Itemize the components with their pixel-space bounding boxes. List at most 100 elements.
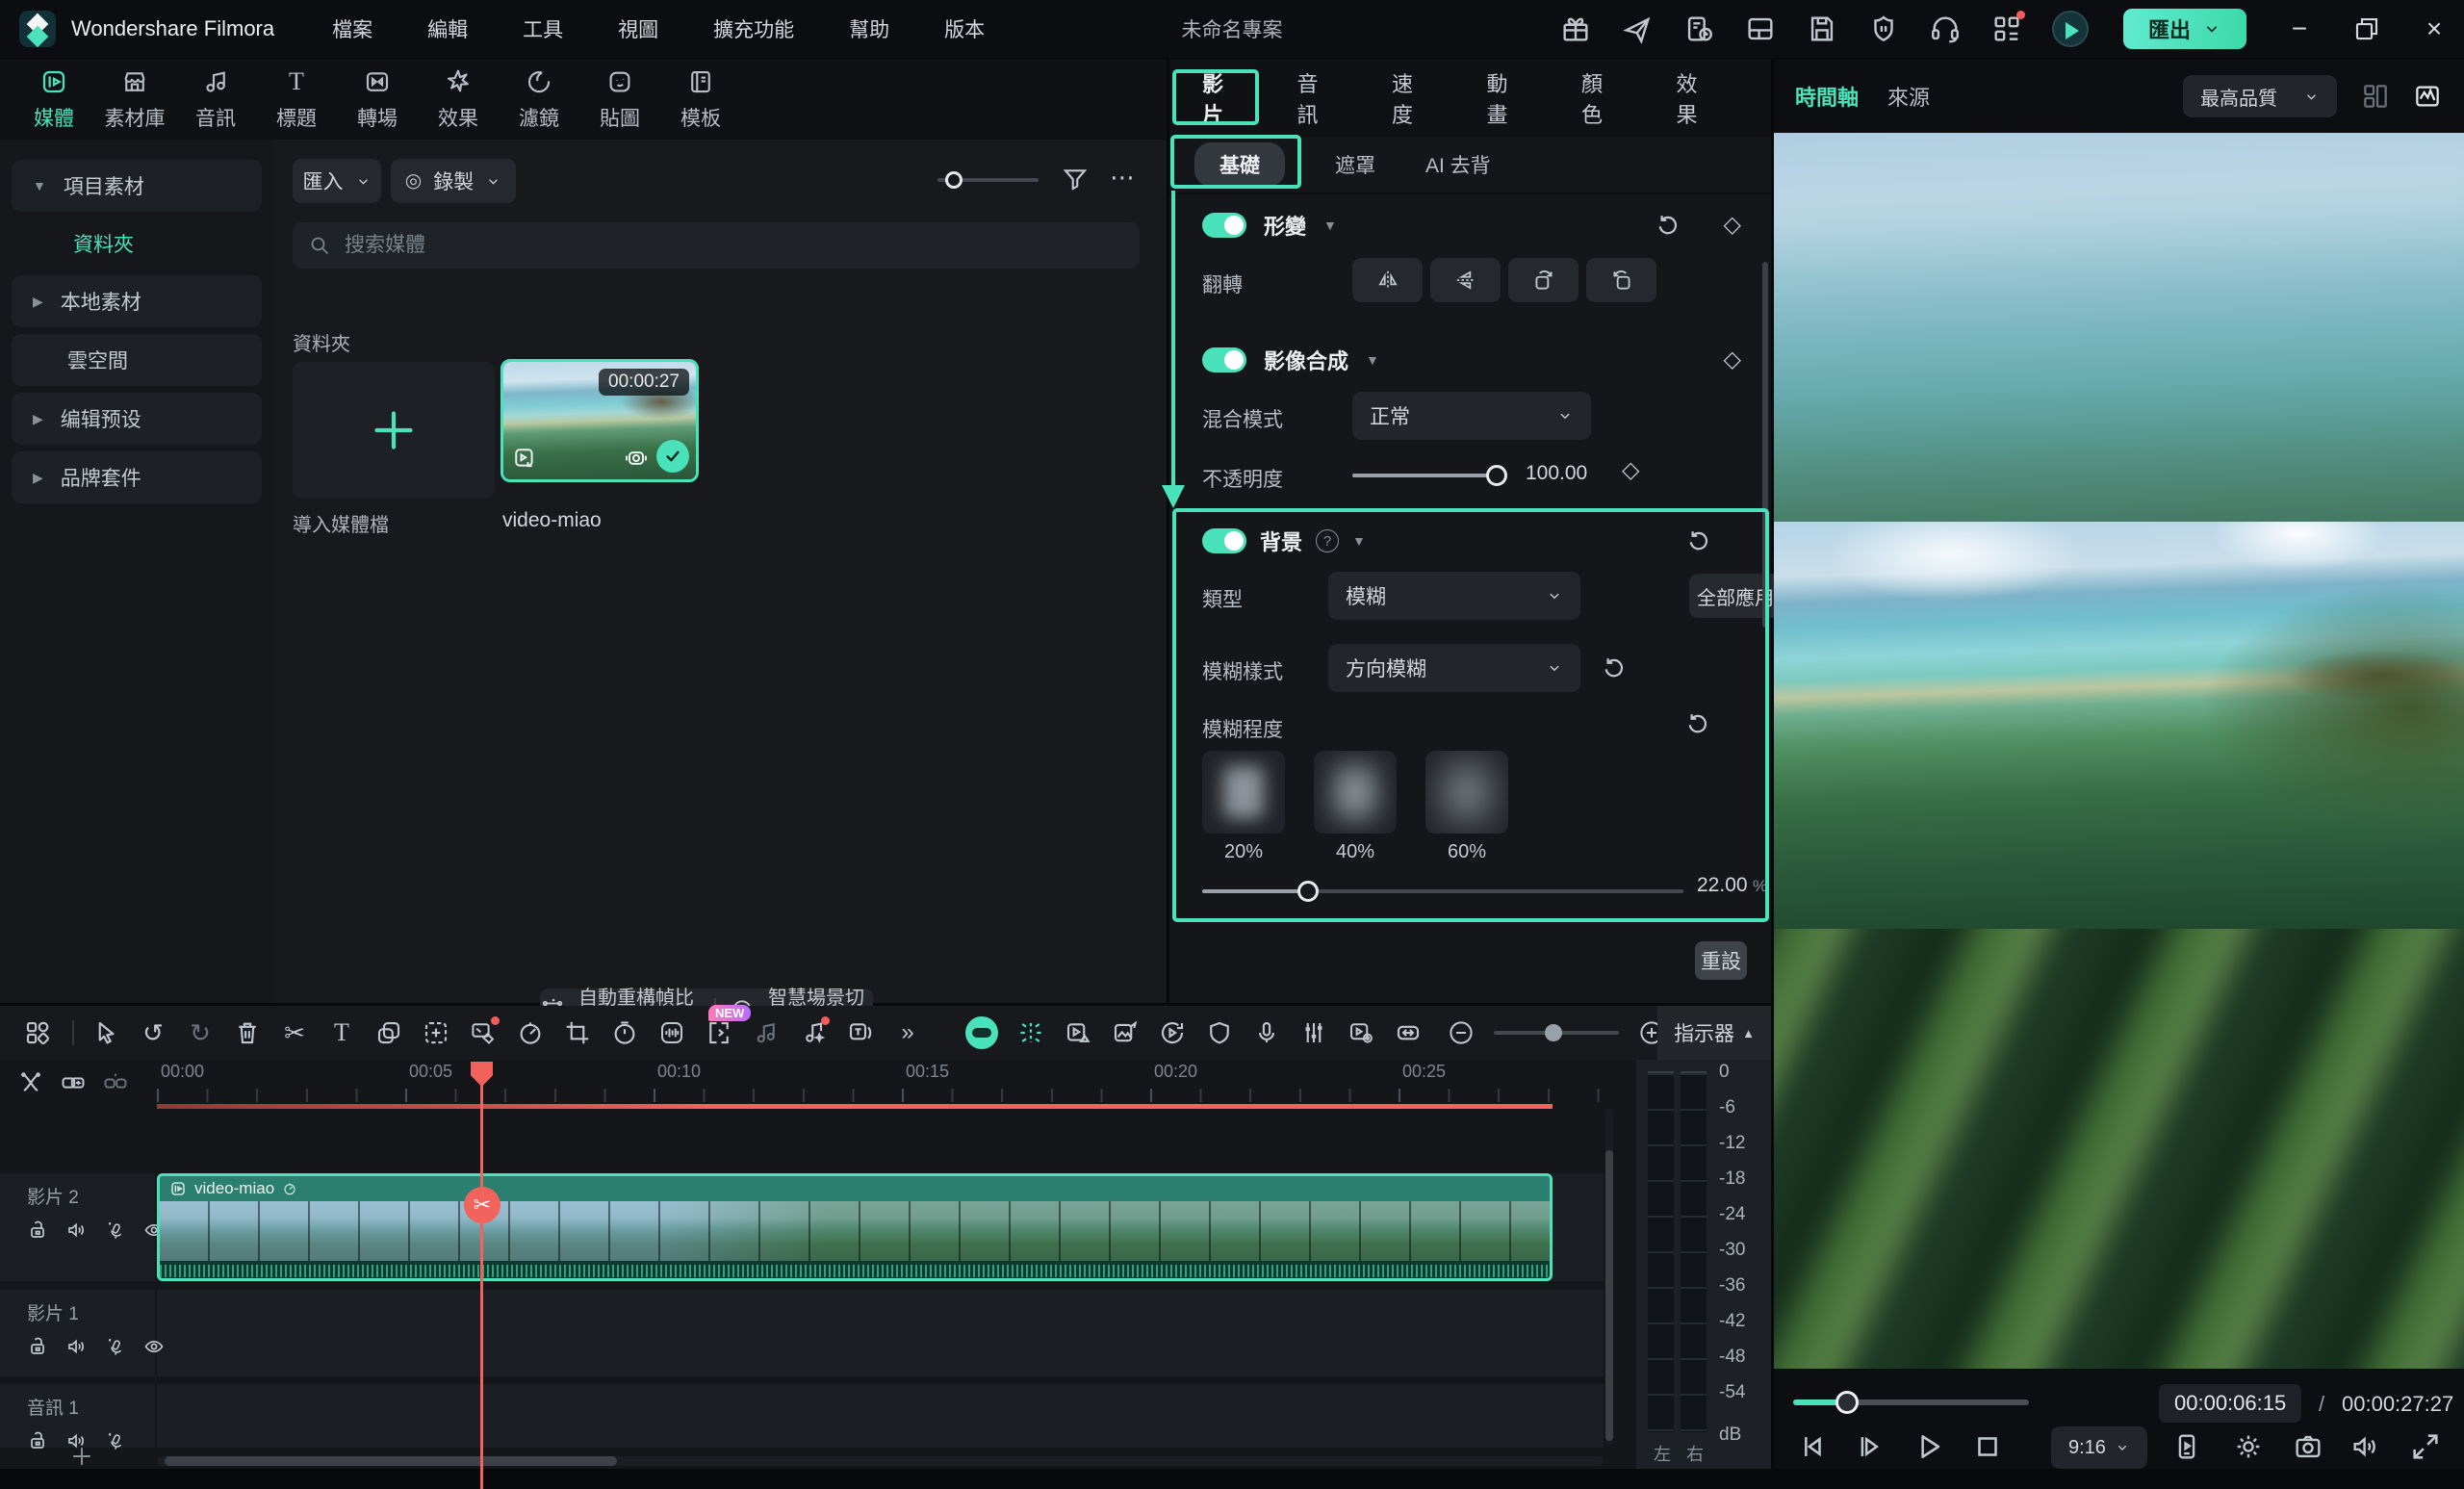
- magnet-snap-icon[interactable]: [17, 1069, 44, 1096]
- blend-mode-select[interactable]: 正常: [1352, 392, 1591, 440]
- timeline-zoom-knob[interactable]: [1545, 1024, 1562, 1041]
- help-icon[interactable]: ?: [1316, 529, 1339, 552]
- compositing-keyframe-icon[interactable]: ◇: [1724, 348, 1741, 372]
- tab-video[interactable]: 影片: [1202, 67, 1236, 129]
- menu-file[interactable]: 檔案: [332, 14, 372, 43]
- delete-icon[interactable]: [233, 1018, 262, 1047]
- sidebar-item-cloud[interactable]: 雲空間: [12, 334, 262, 386]
- share-icon[interactable]: [1621, 13, 1654, 45]
- blur-preset-20[interactable]: 20%: [1202, 751, 1285, 863]
- speaker-icon[interactable]: [65, 1335, 89, 1358]
- tab-effects-props[interactable]: 效果: [1677, 67, 1710, 129]
- select-cursor-icon[interactable]: [91, 1018, 120, 1047]
- blur-style-select[interactable]: 方向模糊: [1328, 644, 1580, 692]
- sidebar-item-edit-presets[interactable]: ▶编辑预设: [12, 393, 262, 445]
- text-to-speech-icon[interactable]: [846, 1018, 875, 1047]
- next-frame-button[interactable]: [1853, 1430, 1886, 1463]
- preview-video-frame[interactable]: [1774, 522, 2464, 929]
- transform-keyframe-icon[interactable]: ◇: [1724, 214, 1741, 237]
- sidebar-item-brand-kit[interactable]: ▶品牌套件: [12, 451, 262, 503]
- voiceover-mic-icon[interactable]: [1252, 1018, 1281, 1047]
- text-tool-icon[interactable]: T: [327, 1018, 356, 1047]
- shield-icon[interactable]: [1205, 1018, 1234, 1047]
- tab-transitions[interactable]: 轉場: [337, 67, 418, 132]
- tab-audio[interactable]: 音訊: [175, 67, 256, 132]
- tab-effects[interactable]: 效果: [418, 67, 499, 132]
- play-button[interactable]: [1912, 1430, 1945, 1463]
- blur-preset-40[interactable]: 40%: [1314, 751, 1397, 863]
- timeline-ruler[interactable]: 00:00 00:05 00:10 00:15 00:20 00:25: [0, 1060, 1636, 1106]
- gift-icon[interactable]: [1559, 13, 1592, 45]
- caret-down-icon[interactable]: ▼: [1323, 218, 1337, 233]
- preview-settings-gear-icon[interactable]: [2232, 1430, 2265, 1463]
- transform-reset-icon[interactable]: [1655, 212, 1681, 239]
- subtab-ai-cutout[interactable]: AI 去背: [1425, 150, 1491, 179]
- menu-tools[interactable]: 工具: [523, 14, 563, 43]
- timeline-zoom-slider[interactable]: [1494, 1031, 1619, 1035]
- tab-stock[interactable]: 素材庫: [94, 67, 175, 132]
- ai-assistant-icon[interactable]: [965, 1016, 998, 1049]
- tab-audio-props[interactable]: 音訊: [1297, 67, 1331, 129]
- crop-icon[interactable]: [563, 1018, 592, 1047]
- unlink-clips-icon[interactable]: [102, 1069, 129, 1096]
- search-input[interactable]: [345, 234, 1079, 257]
- background-reset-icon[interactable]: [1685, 527, 1712, 554]
- lock-icon[interactable]: [27, 1335, 50, 1358]
- more-options-icon[interactable]: ⋯: [1107, 161, 1140, 193]
- more-tools-icon[interactable]: »: [893, 1018, 922, 1047]
- tab-speed[interactable]: 速度: [1392, 67, 1425, 129]
- background-toggle[interactable]: [1202, 528, 1246, 553]
- timeline-clip-video-miao[interactable]: video-miao: [157, 1173, 1553, 1281]
- blur-style-reset-icon[interactable]: [1601, 655, 1628, 681]
- avatar[interactable]: [2052, 11, 2089, 47]
- add-region-icon[interactable]: [422, 1018, 450, 1047]
- multi-view-icon[interactable]: [2360, 81, 2391, 112]
- blur-amount-knob[interactable]: [1297, 881, 1319, 902]
- auto-ripple-icon[interactable]: [1394, 1018, 1423, 1047]
- opacity-knob[interactable]: [1486, 465, 1507, 486]
- scrollbar-thumb[interactable]: [1605, 1150, 1613, 1441]
- previous-frame-button[interactable]: [1795, 1430, 1828, 1463]
- search-bar[interactable]: [293, 222, 1140, 269]
- scrollbar-thumb[interactable]: [165, 1456, 617, 1466]
- import-button[interactable]: 匯入: [293, 159, 381, 203]
- blur-amount-slider[interactable]: [1202, 889, 1683, 893]
- export-button[interactable]: 匯出: [2123, 9, 2246, 49]
- speed-icon[interactable]: [516, 1018, 545, 1047]
- rotate-right-button[interactable]: [1508, 258, 1578, 302]
- fullscreen-icon[interactable]: [2409, 1430, 2442, 1463]
- stop-button[interactable]: [1971, 1430, 2004, 1463]
- duplicate-icon[interactable]: [374, 1018, 403, 1047]
- subtab-basic[interactable]: 基礎: [1194, 142, 1285, 187]
- timeline-vertical-scrollbar[interactable]: [1605, 1108, 1613, 1445]
- timecode-current[interactable]: 00:00:06:15: [2159, 1384, 2301, 1423]
- tab-templates[interactable]: 模板: [660, 67, 741, 132]
- blur-amount-reset-icon[interactable]: [1684, 710, 1711, 737]
- quality-select[interactable]: 最高品質: [2183, 75, 2337, 117]
- playhead-split-scissors-button[interactable]: ✂: [464, 1187, 500, 1223]
- properties-scrollbar[interactable]: [1762, 262, 1768, 628]
- shortcut-manager-icon[interactable]: [1682, 13, 1715, 45]
- render-preview-icon[interactable]: [1158, 1018, 1187, 1047]
- thumbnail-zoom-knob[interactable]: [945, 171, 962, 189]
- ai-music-icon[interactable]: [799, 1018, 828, 1047]
- import-media-tile[interactable]: [293, 362, 495, 499]
- track-lane-audio1[interactable]: [157, 1384, 1604, 1448]
- indicator-dropdown[interactable]: 指示器 ▲: [1657, 1006, 1771, 1060]
- tab-color[interactable]: 顏色: [1581, 67, 1615, 129]
- opacity-slider[interactable]: [1352, 474, 1497, 477]
- backup-icon[interactable]: [1867, 13, 1900, 45]
- scopes-icon[interactable]: [2412, 81, 2443, 112]
- cut-scissors-icon[interactable]: ✂: [280, 1018, 309, 1047]
- caret-down-icon[interactable]: ▼: [1366, 352, 1379, 368]
- tab-filters[interactable]: 濾鏡: [499, 67, 579, 132]
- sidebar-item-folder[interactable]: 資料夾: [12, 218, 262, 269]
- music-note-icon[interactable]: [752, 1018, 781, 1047]
- flip-vertical-button[interactable]: [1430, 258, 1501, 302]
- rotate-left-button[interactable]: [1586, 258, 1656, 302]
- caret-down-icon[interactable]: ▼: [1352, 533, 1366, 549]
- record-button[interactable]: ◎ 錄製: [391, 159, 516, 203]
- transform-toggle[interactable]: [1202, 213, 1246, 238]
- tab-animation[interactable]: 動畫: [1487, 67, 1521, 129]
- redo-icon[interactable]: ↻: [186, 1018, 215, 1047]
